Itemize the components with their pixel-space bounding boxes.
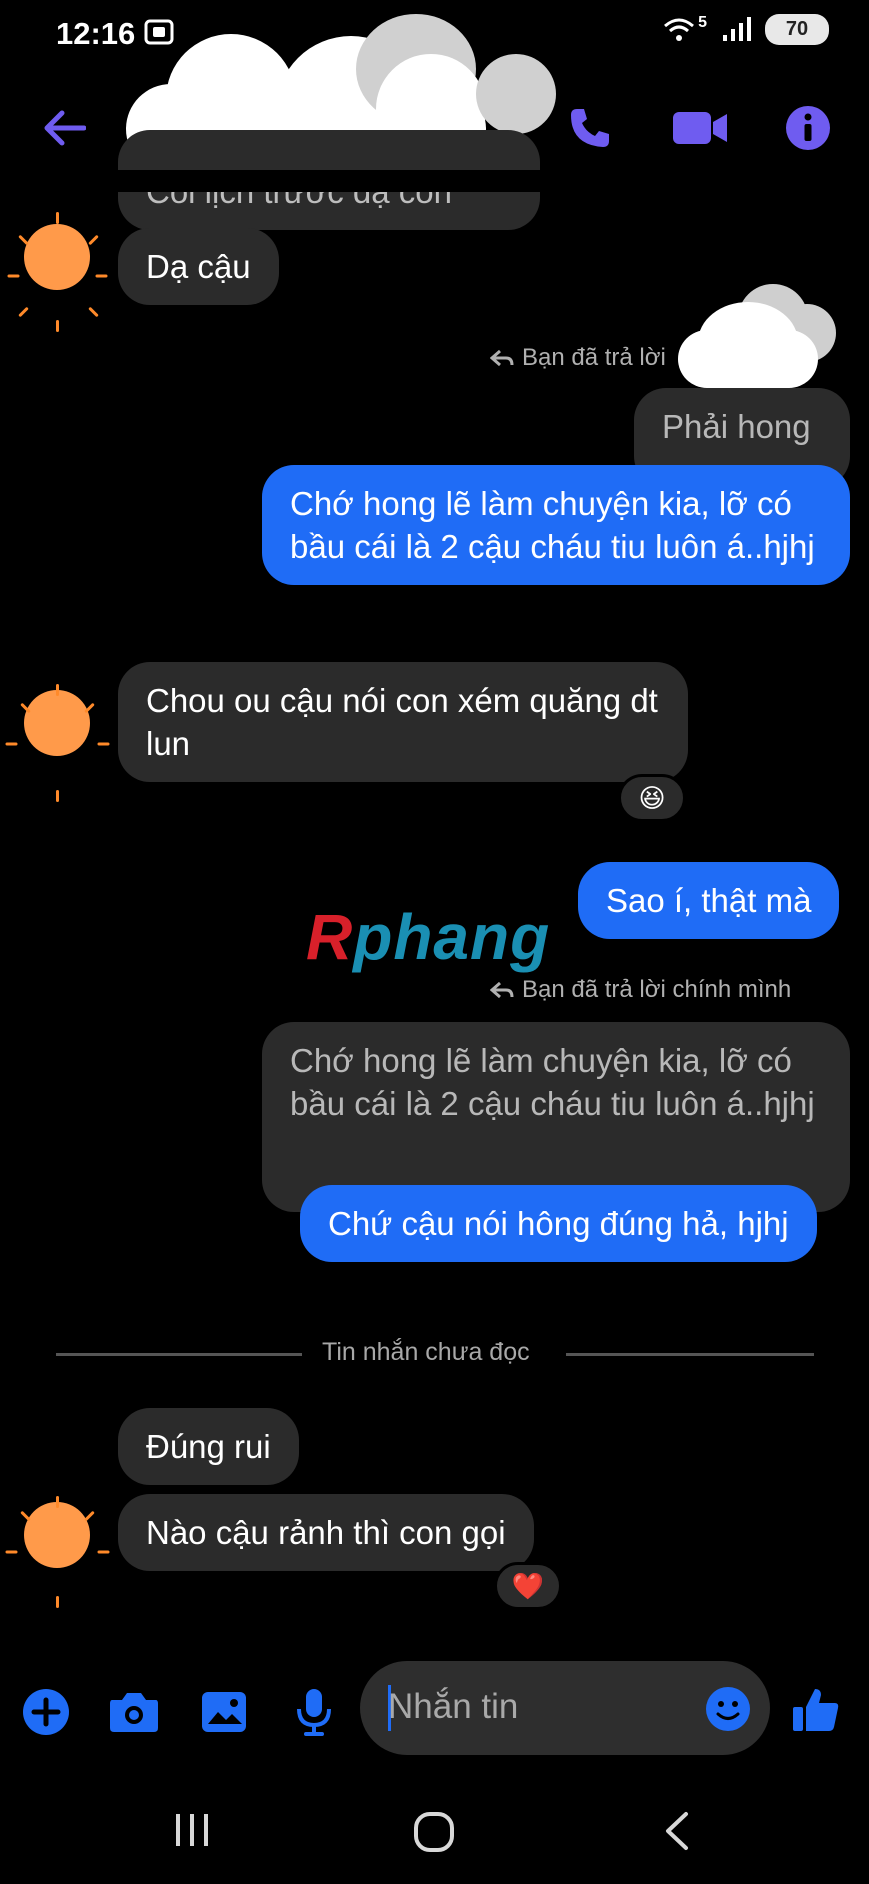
message-bubble-incoming[interactable]: Đúng rui bbox=[118, 1408, 299, 1485]
gallery-button[interactable] bbox=[196, 1684, 252, 1740]
image-icon bbox=[202, 1692, 246, 1732]
reaction-emoji: ❤️ bbox=[511, 1570, 545, 1601]
divider-line-right bbox=[566, 1353, 814, 1356]
emoji-button[interactable] bbox=[702, 1683, 754, 1735]
battery-indicator: 70 bbox=[765, 14, 829, 45]
emoji-icon bbox=[706, 1687, 750, 1731]
message-bubble-outgoing[interactable]: Chớ hong lẽ làm chuyện kia, lỡ có bầu cá… bbox=[262, 465, 850, 585]
divider-line-left bbox=[56, 1353, 302, 1356]
voice-message-button[interactable] bbox=[286, 1684, 342, 1740]
message-bubble-incoming[interactable]: Chou ou cậu nói con xém quăng dt lun bbox=[118, 662, 688, 782]
message-reaction[interactable]: ❤️ bbox=[494, 1562, 562, 1610]
reply-context-label: Bạn đã trả lời bbox=[490, 344, 666, 372]
message-bubble-incoming[interactable]: Nào cậu rảnh thì con gọi bbox=[118, 1494, 534, 1571]
video-call-button[interactable] bbox=[668, 100, 734, 156]
message-text: Dạ cậu bbox=[146, 248, 251, 285]
camera-icon bbox=[110, 1693, 158, 1732]
phone-icon bbox=[571, 109, 609, 147]
info-button[interactable] bbox=[780, 100, 836, 156]
signal-icon bbox=[723, 16, 751, 41]
message-bubble-outgoing[interactable]: Sao í, thật mà bbox=[578, 862, 840, 939]
message-list[interactable]: Coi lịch trước dạ con Dạ cậu Bạn đã trả … bbox=[0, 130, 869, 1630]
watermark-logo: Rphang bbox=[306, 901, 551, 973]
message-text: Chớ hong lẽ làm chuyện kia, lỡ có bầu cá… bbox=[290, 485, 815, 565]
plus-circle-icon bbox=[23, 1689, 69, 1735]
nav-back-button[interactable] bbox=[662, 1810, 698, 1854]
add-button[interactable] bbox=[18, 1684, 74, 1740]
battery-level: 70 bbox=[785, 18, 809, 40]
back-button[interactable] bbox=[36, 100, 92, 156]
reply-label-text: Bạn đã trả lời chính mình bbox=[522, 976, 792, 1003]
contact-avatar[interactable] bbox=[16, 1496, 96, 1576]
quoted-message[interactable]: Chớ hong lẽ làm chuyện kia, lỡ có bầu cá… bbox=[262, 1022, 850, 1212]
network-type: 5 bbox=[698, 13, 707, 31]
contact-avatar[interactable] bbox=[16, 210, 96, 290]
message-reaction[interactable]: 😆 bbox=[618, 774, 686, 822]
reaction-emoji: 😆 bbox=[638, 782, 666, 813]
nav-home-button[interactable] bbox=[412, 1810, 456, 1854]
unread-divider-label: Tin nhắn chưa đọc bbox=[322, 1338, 530, 1366]
message-text: Sao í, thật mà bbox=[606, 882, 812, 919]
voice-call-button[interactable] bbox=[560, 98, 620, 158]
redaction-cloud-reply bbox=[678, 280, 838, 390]
chevron-left-icon bbox=[666, 1812, 688, 1850]
header-fade bbox=[0, 170, 869, 192]
message-input-placeholder: Nhắn tin bbox=[388, 1687, 519, 1726]
quoted-text: Phải hong bbox=[662, 408, 811, 445]
home-icon bbox=[414, 1812, 454, 1852]
info-icon bbox=[786, 106, 830, 150]
status-right-icons: 5 70 bbox=[662, 14, 829, 45]
reply-arrow-icon bbox=[490, 981, 514, 999]
message-bubble-incoming[interactable]: Dạ cậu bbox=[118, 228, 279, 305]
video-camera-icon bbox=[673, 112, 727, 144]
message-bubble-outgoing[interactable]: Chứ cậu nói hông đúng hả, hjhj bbox=[300, 1185, 817, 1262]
like-button[interactable] bbox=[786, 1680, 846, 1740]
status-time: 12:16 bbox=[56, 16, 136, 51]
reply-context-label: Bạn đã trả lời chính mình bbox=[490, 976, 791, 1004]
reply-arrow-icon bbox=[490, 349, 514, 367]
contact-avatar[interactable] bbox=[16, 684, 96, 764]
back-arrow-icon bbox=[44, 110, 86, 146]
reply-label-text: Bạn đã trả lời bbox=[522, 344, 666, 371]
microphone-icon bbox=[297, 1689, 331, 1736]
thumbs-up-icon bbox=[793, 1689, 839, 1731]
nav-recents-button[interactable] bbox=[172, 1810, 212, 1854]
message-input[interactable]: Nhắn tin bbox=[360, 1661, 770, 1755]
message-text: Đúng rui bbox=[146, 1428, 271, 1465]
quoted-text: Chớ hong lẽ làm chuyện kia, lỡ có bầu cá… bbox=[290, 1042, 815, 1122]
message-text: Chứ cậu nói hông đúng hả, hjhj bbox=[328, 1205, 789, 1242]
recents-icon bbox=[176, 1814, 208, 1846]
message-text: Chou ou cậu nói con xém quăng dt lun bbox=[146, 682, 658, 762]
camera-button[interactable] bbox=[106, 1684, 162, 1740]
wifi-icon bbox=[664, 18, 695, 41]
message-text: Nào cậu rảnh thì con gọi bbox=[146, 1514, 506, 1551]
